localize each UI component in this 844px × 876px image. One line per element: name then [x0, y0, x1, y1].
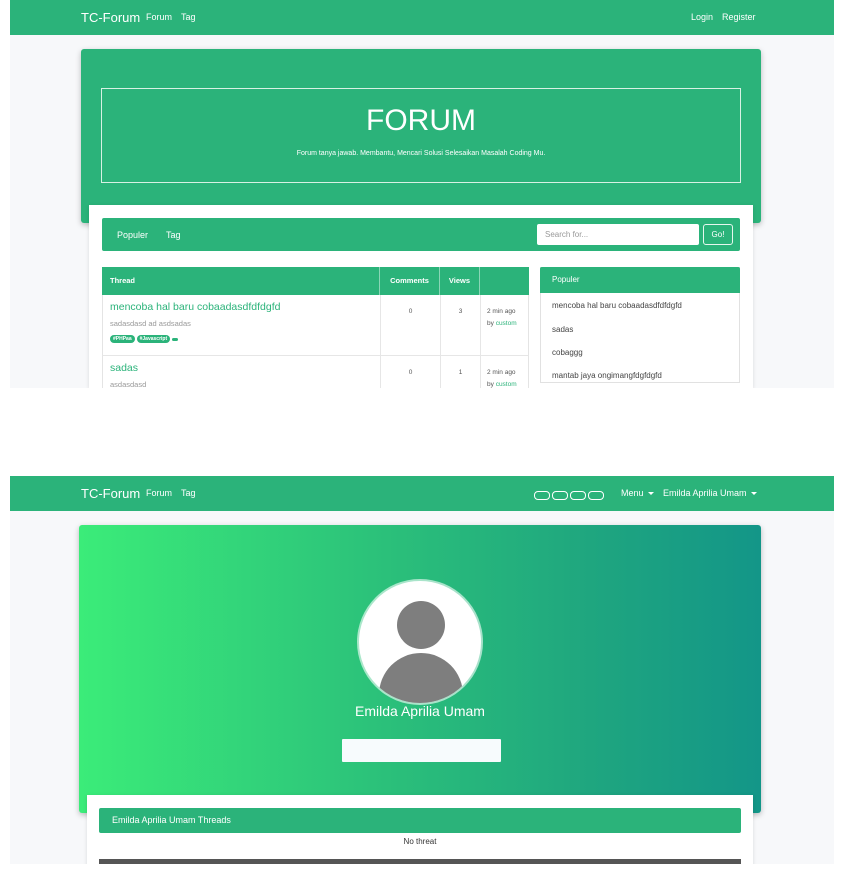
- nav-tag-link[interactable]: Tag: [181, 12, 196, 22]
- profile-screenshot: TC-Forum Forum Tag Menu Emilda Aprilia U…: [10, 476, 834, 864]
- user-avatar-icon: [359, 581, 481, 703]
- post-author: by custom: [487, 381, 517, 388]
- author-link[interactable]: custom: [496, 320, 517, 327]
- post-time: 2 min ago: [487, 369, 516, 376]
- thread-cell: mencoba hal baru cobaadasdfdfdgfd sadasd…: [103, 295, 381, 355]
- brand-logo[interactable]: TC-Forum: [81, 486, 140, 501]
- popular-item[interactable]: cobaggg: [552, 348, 583, 357]
- time-cell: 2 min ago by custom: [481, 356, 530, 388]
- by-label: by: [487, 320, 494, 327]
- thread-description: asdasdasd: [110, 380, 147, 388]
- threads-section: Emilda Aprilia Umam Threads No threat: [87, 795, 753, 864]
- profile-name: Emilda Aprilia Umam: [355, 703, 485, 719]
- brand-logo[interactable]: TC-Forum: [81, 10, 140, 25]
- tag-badge[interactable]: #PHPaa: [110, 335, 135, 343]
- avatar-body: [379, 653, 463, 703]
- popular-panel: Populer mencoba hal baru cobaadasdfdfdgf…: [540, 267, 740, 383]
- hero-title: FORUM: [366, 104, 476, 137]
- nav-forum-link[interactable]: Forum: [146, 488, 172, 498]
- header-time: [480, 267, 529, 295]
- caret-down-icon: [750, 492, 757, 496]
- header-views: Views: [440, 267, 480, 295]
- table-row: sadas asdasdasd 0 1 2 min ago by custom: [102, 356, 529, 388]
- profile-input[interactable]: [342, 739, 501, 762]
- forum-hero: FORUM Forum tanya jawab. Membantu, Menca…: [81, 49, 761, 223]
- thread-description: sadasdasd ad asdsadas: [110, 319, 191, 328]
- popular-item[interactable]: sadas: [552, 325, 573, 334]
- user-dropdown[interactable]: Emilda Aprilia Umam: [663, 488, 757, 498]
- menu-dropdown[interactable]: Menu: [621, 488, 654, 498]
- thread-title-link[interactable]: sadas: [110, 362, 138, 374]
- popular-item[interactable]: mantab jaya ongimangfdgfdgfd: [552, 371, 662, 380]
- theme-swatch-icon[interactable]: [570, 491, 586, 500]
- post-time: 2 min ago: [487, 308, 516, 315]
- author-link[interactable]: custom: [496, 381, 517, 388]
- views-cell: 3: [441, 295, 481, 355]
- forum-content: Populer Tag Go! Thread Comments Views me…: [89, 205, 753, 388]
- theme-swatch-icon[interactable]: [588, 491, 604, 500]
- forum-home-screenshot: TC-Forum Forum Tag Login Register FORUM …: [10, 0, 834, 388]
- comments-count: 0: [408, 308, 413, 315]
- theme-switcher: [534, 487, 606, 500]
- user-label: Emilda Aprilia Umam: [663, 488, 747, 498]
- navbar: TC-Forum Forum Tag Menu Emilda Aprilia U…: [10, 476, 834, 511]
- header-thread: Thread: [102, 267, 380, 295]
- views-count: 1: [458, 369, 463, 376]
- caret-down-icon: [647, 492, 654, 496]
- register-link[interactable]: Register: [722, 12, 756, 22]
- popular-item[interactable]: mencoba hal baru cobaadasdfdfdgfd: [552, 301, 682, 310]
- menu-label: Menu: [621, 488, 644, 498]
- theme-swatch-icon[interactable]: [534, 491, 550, 500]
- time-cell: 2 min ago by custom: [481, 295, 530, 355]
- post-author: by custom: [487, 320, 517, 327]
- search-go-button[interactable]: Go!: [703, 224, 733, 245]
- dark-footer-bar: [99, 859, 741, 864]
- subnav-populer-link[interactable]: Populer: [117, 230, 148, 240]
- subnav-tag-link[interactable]: Tag: [166, 230, 181, 240]
- login-link[interactable]: Login: [691, 12, 713, 22]
- header-comments: Comments: [380, 267, 440, 295]
- hero-frame: FORUM Forum tanya jawab. Membantu, Menca…: [101, 88, 741, 183]
- table-row: mencoba hal baru cobaadasdfdfdgfd sadasd…: [102, 295, 529, 356]
- comments-cell: 0: [381, 295, 441, 355]
- empty-state-text: No threat: [403, 837, 437, 846]
- comments-count: 0: [408, 369, 413, 376]
- sub-navbar: Populer Tag Go!: [102, 218, 740, 251]
- by-label: by: [487, 381, 494, 388]
- views-count: 3: [458, 308, 463, 315]
- thread-cell: sadas asdasdasd: [103, 356, 381, 388]
- tag-badge[interactable]: #Javascript: [136, 335, 171, 343]
- navbar: TC-Forum Forum Tag Login Register: [10, 0, 834, 35]
- profile-hero: Emilda Aprilia Umam: [79, 525, 761, 813]
- avatar-head: [397, 601, 445, 649]
- thread-tags: #PHPaa #Javascript: [110, 335, 180, 344]
- search-input[interactable]: [537, 224, 699, 245]
- table-header: Thread Comments Views: [102, 267, 529, 295]
- tag-badge-empty[interactable]: [172, 338, 179, 341]
- threads-header: Emilda Aprilia Umam Threads: [99, 808, 741, 833]
- popular-header: Populer: [540, 267, 740, 293]
- nav-tag-link[interactable]: Tag: [181, 488, 196, 498]
- views-cell: 1: [441, 356, 481, 388]
- theme-swatch-icon[interactable]: [552, 491, 568, 500]
- hero-subtitle: Forum tanya jawab. Membantu, Mencari Sol…: [296, 150, 546, 157]
- nav-forum-link[interactable]: Forum: [146, 12, 172, 22]
- thread-title-link[interactable]: mencoba hal baru cobaadasdfdfdgfd: [110, 301, 280, 313]
- comments-cell: 0: [381, 356, 441, 388]
